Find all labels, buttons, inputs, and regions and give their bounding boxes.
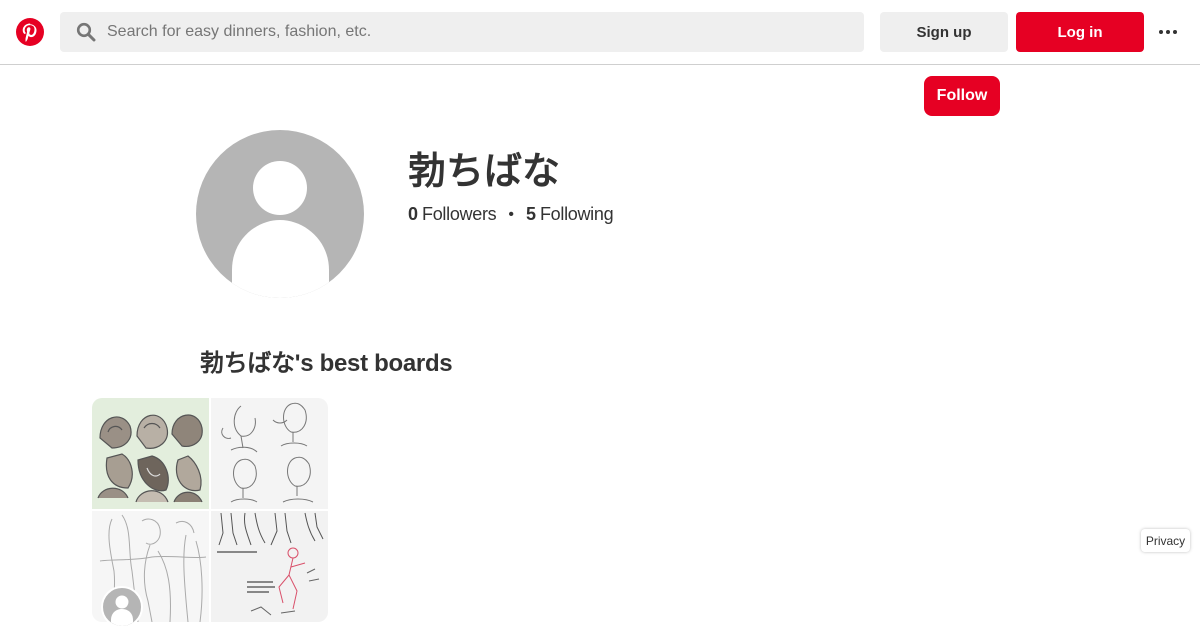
search-bar[interactable]: [60, 12, 864, 52]
ellipsis-dot: [1173, 30, 1177, 34]
top-bar: Sign up Log in: [0, 0, 1200, 65]
profile-avatar: [196, 130, 364, 298]
boards-section-title: 勃ちばな's best boards: [200, 350, 453, 377]
stats-separator: •: [508, 205, 514, 223]
followers-label[interactable]: Followers: [422, 204, 497, 225]
pinterest-logo-icon[interactable]: [16, 18, 44, 46]
privacy-link[interactable]: Privacy: [1141, 529, 1190, 552]
board-cover-image: [211, 511, 328, 622]
default-avatar-icon: [232, 161, 329, 298]
profile-stats: 0 Followers • 5 Following: [408, 204, 614, 225]
follow-button[interactable]: Follow: [924, 76, 1000, 116]
default-avatar-icon: [111, 595, 133, 626]
ellipsis-dot: [1166, 30, 1170, 34]
profile-name: 勃ちばな: [408, 151, 561, 193]
board-cover-image: [211, 398, 328, 509]
more-options-icon[interactable]: [1156, 22, 1180, 42]
followers-count[interactable]: 0: [408, 204, 418, 225]
board-owner-avatar: [101, 586, 143, 628]
sign-up-button[interactable]: Sign up: [880, 12, 1008, 52]
search-icon: [76, 22, 96, 42]
board-cover-image: [92, 398, 209, 509]
search-input[interactable]: [107, 12, 847, 52]
following-count[interactable]: 5: [526, 204, 536, 225]
following-label[interactable]: Following: [540, 204, 614, 225]
ellipsis-dot: [1159, 30, 1163, 34]
log-in-button[interactable]: Log in: [1016, 12, 1144, 52]
